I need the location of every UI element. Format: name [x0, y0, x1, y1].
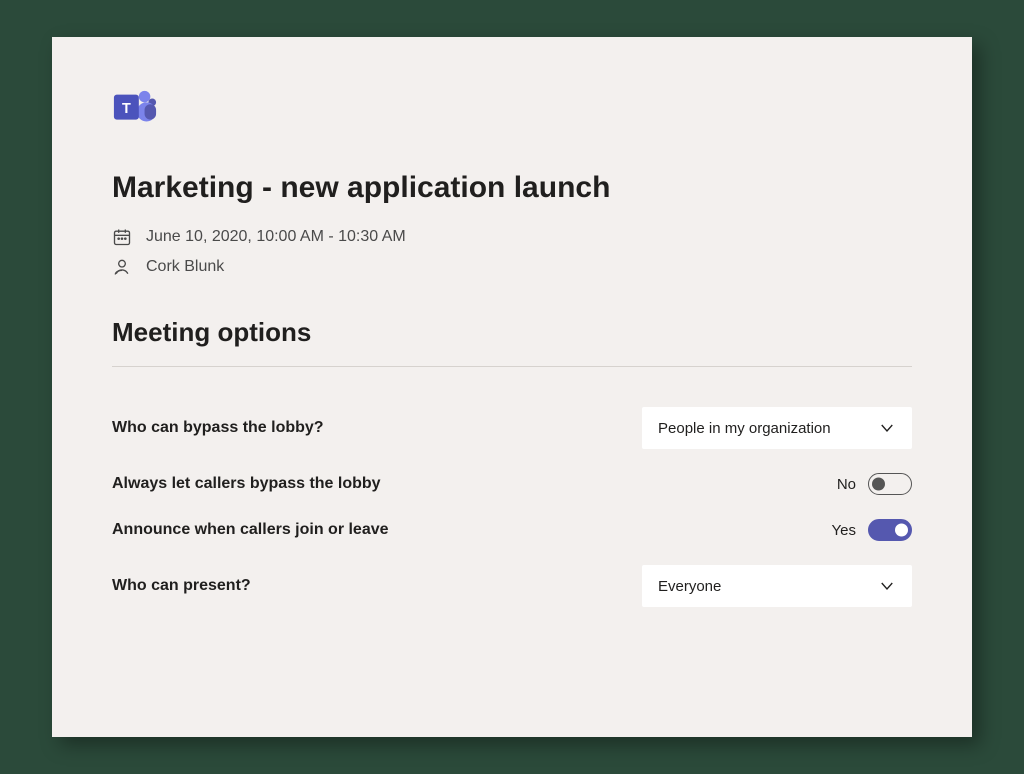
option-label: Who can present? [112, 577, 251, 595]
bypass-lobby-select[interactable]: People in my organization [642, 407, 912, 449]
meeting-organizer-row: Cork Blunk [112, 257, 912, 277]
announce-toggle-wrap: Yes [832, 519, 912, 541]
callers-bypass-toggle-wrap: No [837, 473, 912, 495]
meeting-datetime-text: June 10, 2020, 10:00 AM - 10:30 AM [146, 228, 406, 246]
toggle-knob [895, 524, 908, 537]
option-label: Who can bypass the lobby? [112, 419, 324, 437]
toggle-knob [872, 478, 885, 491]
meeting-organizer-text: Cork Blunk [146, 258, 224, 276]
option-row-announce: Announce when callers join or leave Yes [112, 507, 912, 553]
toggle-state-text: No [837, 476, 856, 493]
meeting-options-panel: T Marketing - new application launch Jun… [52, 37, 972, 737]
announce-toggle[interactable] [868, 519, 912, 541]
section-title: Meeting options [112, 317, 912, 348]
present-select[interactable]: Everyone [642, 565, 912, 607]
meeting-title: Marketing - new application launch [112, 171, 912, 205]
toggle-state-text: Yes [832, 522, 856, 539]
option-label: Always let callers bypass the lobby [112, 475, 381, 493]
option-row-bypass-lobby: Who can bypass the lobby? People in my o… [112, 395, 912, 461]
svg-text:T: T [122, 101, 131, 117]
option-row-present: Who can present? Everyone [112, 553, 912, 619]
option-label: Announce when callers join or leave [112, 521, 389, 539]
teams-logo-icon: T [112, 87, 158, 131]
calendar-icon [112, 227, 132, 247]
section-divider [112, 366, 912, 367]
callers-bypass-toggle[interactable] [868, 473, 912, 495]
chevron-down-icon [878, 419, 896, 437]
chevron-down-icon [878, 577, 896, 595]
select-value: People in my organization [658, 420, 831, 437]
person-icon [112, 257, 132, 277]
meeting-datetime-row: June 10, 2020, 10:00 AM - 10:30 AM [112, 227, 912, 247]
select-value: Everyone [658, 578, 721, 595]
option-row-callers-bypass: Always let callers bypass the lobby No [112, 461, 912, 507]
